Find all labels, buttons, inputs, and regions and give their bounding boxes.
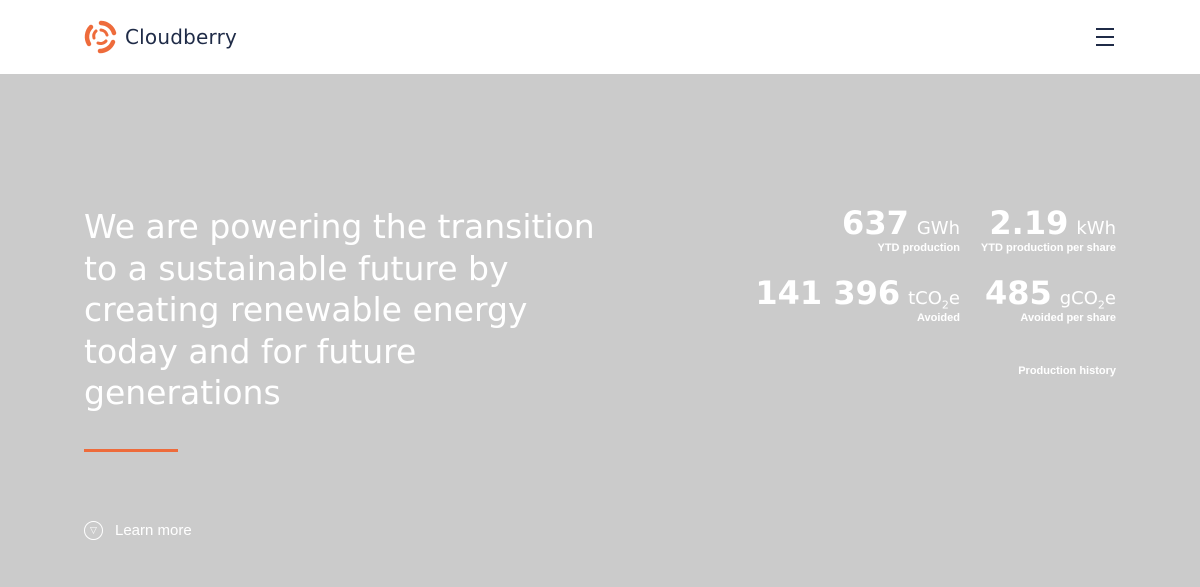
accent-divider xyxy=(84,449,178,452)
stat-unit: tCO2e xyxy=(908,288,960,312)
stat-value: 141 396 xyxy=(755,274,901,312)
stat-label: YTD production xyxy=(877,242,961,254)
menu-button[interactable] xyxy=(1094,26,1118,48)
stat-value: 485 xyxy=(984,274,1052,312)
hamburger-icon-line xyxy=(1096,36,1114,38)
stat-label: Avoided per share xyxy=(1020,312,1116,324)
stat-unit: kWh xyxy=(1076,218,1116,239)
stat-avoided-per-share: 485 gCO2e Avoided per share xyxy=(985,274,1116,324)
stat-unit: gCO2e xyxy=(1059,288,1116,312)
stat-label: YTD production per share xyxy=(980,242,1116,254)
brand-logo[interactable]: Cloudberry xyxy=(83,18,237,56)
stat-value: 2.19 xyxy=(989,204,1069,242)
hero-section: We are powering the transition to a sust… xyxy=(0,74,1200,587)
site-header: Cloudberry xyxy=(0,0,1200,74)
stat-avoided: 141 396 tCO2e Avoided xyxy=(755,274,960,324)
stat-ytd-production: 637 GWh YTD production xyxy=(842,204,960,254)
stat-value: 637 xyxy=(842,204,909,242)
hero-headline: We are powering the transition to a sust… xyxy=(84,207,595,412)
stat-ytd-production-per-share: 2.19 kWh YTD production per share xyxy=(981,204,1116,254)
learn-more-link[interactable]: ▽ Learn more xyxy=(84,521,192,540)
hamburger-icon-line xyxy=(1096,44,1114,46)
brand-name: Cloudberry xyxy=(125,25,238,49)
cloudberry-logo-icon xyxy=(84,20,117,54)
hamburger-icon xyxy=(1096,28,1114,30)
circle-down-icon: ▽ xyxy=(84,521,103,540)
stat-unit: GWh xyxy=(916,218,960,239)
learn-more-label: Learn more xyxy=(115,522,192,539)
production-history-link[interactable]: Production history xyxy=(1018,365,1116,377)
stat-label: Avoided xyxy=(917,312,960,324)
